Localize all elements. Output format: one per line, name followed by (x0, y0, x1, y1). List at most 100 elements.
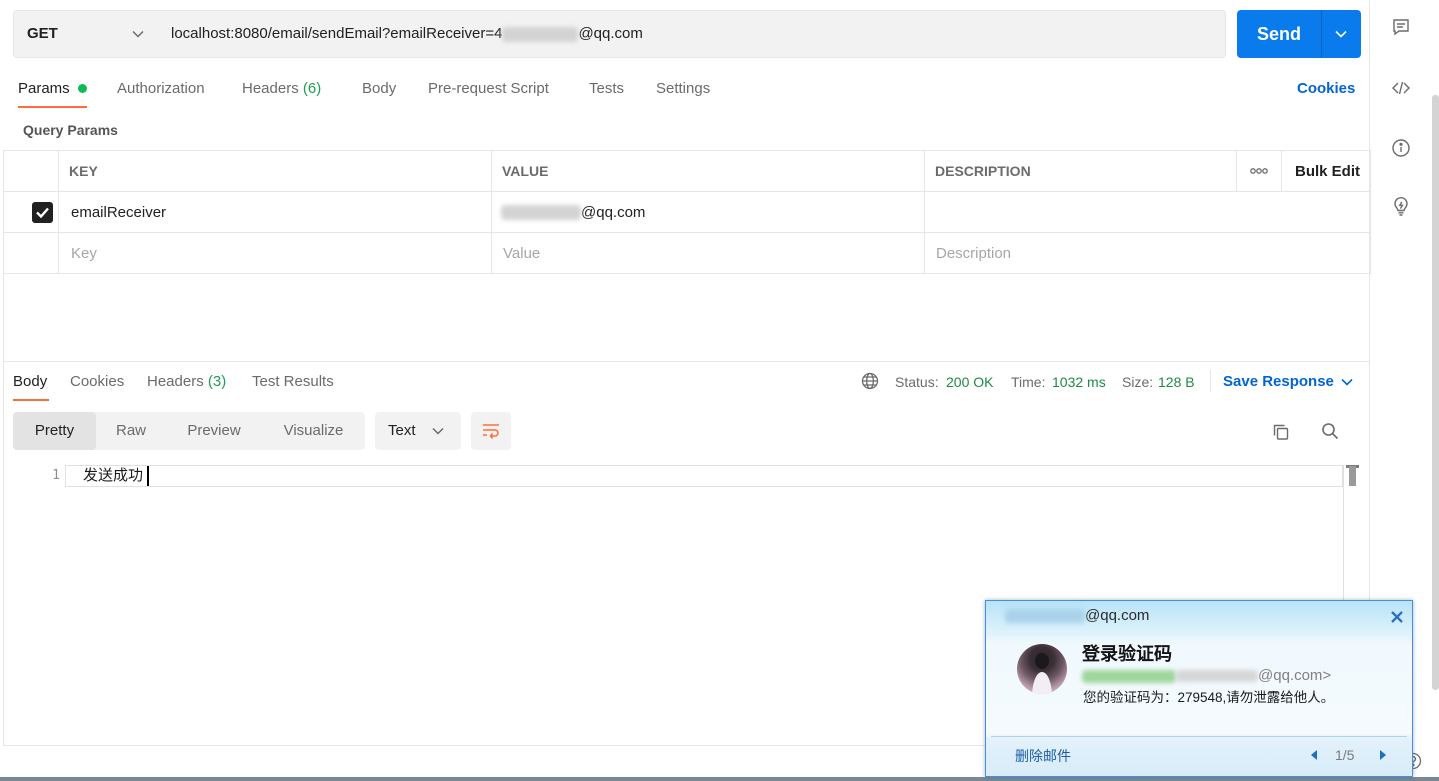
save-response-button[interactable]: Save Response (1223, 372, 1334, 392)
view-mode-pretty[interactable]: Pretty (13, 412, 96, 450)
status-separator (1210, 370, 1211, 392)
request-response-divider[interactable] (3, 361, 1369, 362)
left-edge-border (3, 273, 4, 746)
response-tab-headers[interactable]: Headers (3) (147, 372, 226, 392)
new-key-placeholder: Key (71, 244, 97, 262)
new-value-input[interactable]: Value (491, 232, 925, 274)
method-select[interactable]: GET (13, 10, 158, 58)
comment-icon[interactable] (1391, 17, 1411, 37)
size-value[interactable]: 128 B (1158, 372, 1195, 392)
time-label: Time: (1011, 374, 1046, 390)
line-number: 1 (52, 468, 60, 483)
redacted-sender-digits-blur (1176, 670, 1258, 683)
globe-icon[interactable] (861, 372, 879, 390)
chevron-down-icon (431, 424, 445, 438)
notification-sender: @qq.com> (1082, 666, 1331, 686)
tab-tests[interactable]: Tests (589, 79, 624, 99)
next-arrow-icon[interactable] (1378, 749, 1388, 761)
table-header-row: KEY VALUE DESCRIPTION Bulk Edit (3, 150, 1371, 192)
screen-bottom-edge (0, 777, 1439, 781)
redacted-sender-blur (1082, 669, 1176, 683)
url-text-prefix: localhost:8080/email/sendEmail?emailRece… (171, 25, 503, 42)
tab-body[interactable]: Body (362, 79, 396, 99)
new-key-input[interactable]: Key (58, 232, 492, 274)
prev-arrow-icon[interactable] (1309, 749, 1319, 761)
new-description-input[interactable]: Description (924, 232, 1371, 274)
size-label: Size: (1122, 374, 1154, 390)
tab-settings[interactable]: Settings (656, 79, 710, 99)
notification-sender-text: @qq.com> (1258, 667, 1332, 684)
mail-notification-popup[interactable]: @qq.com 登录验证码 @qq.com> 您的验证码为：279548,请勿泄… (985, 600, 1413, 777)
status-label: Status: (895, 374, 939, 390)
more-options-button[interactable] (1236, 150, 1282, 192)
code-icon[interactable] (1391, 78, 1411, 98)
response-headers-count: (3) (207, 373, 227, 390)
select-column-header (3, 150, 59, 192)
chevron-down-icon[interactable] (1334, 27, 1348, 41)
content-type-select[interactable]: Text (375, 412, 461, 450)
view-mode-raw[interactable]: Raw (96, 412, 166, 450)
search-icon[interactable] (1321, 422, 1339, 440)
send-label: Send (1256, 24, 1301, 44)
notification-subject: 登录验证码 (1082, 644, 1172, 664)
active-line-highlight (65, 465, 1343, 487)
response-body-text[interactable]: 发送成功 (83, 466, 143, 486)
param-value: @qq.com (581, 203, 646, 221)
content-type-label: Text (388, 422, 416, 439)
row-checkbox-cell (3, 191, 59, 233)
empty-checkbox-cell (3, 232, 59, 274)
description-column-header: DESCRIPTION (924, 150, 1237, 192)
time-value[interactable]: 1032 ms (1052, 372, 1106, 392)
params-indicator-dot (78, 84, 87, 93)
send-button[interactable]: Send (1237, 10, 1361, 58)
close-icon[interactable] (1390, 610, 1404, 624)
param-description-cell[interactable] (924, 191, 1371, 233)
notification-preview: 您的验证码为：279548,请勿泄露给他人。 (1083, 690, 1335, 705)
avatar (1017, 644, 1067, 694)
response-headers-label: Headers (147, 373, 204, 390)
active-tab-underline (18, 106, 87, 108)
view-mode-visualize[interactable]: Visualize (262, 412, 365, 450)
tab-authorization[interactable]: Authorization (117, 79, 205, 99)
send-divider (1321, 10, 1322, 58)
info-icon[interactable] (1391, 138, 1411, 158)
response-tab-cookies[interactable]: Cookies (70, 372, 124, 392)
notification-account: @qq.com (1005, 606, 1149, 626)
tab-headers-label: Headers (242, 80, 299, 97)
copy-icon[interactable] (1272, 423, 1290, 441)
url-input[interactable]: localhost:8080/email/sendEmail?emailRece… (157, 10, 1226, 58)
view-mode-preview[interactable]: Preview (166, 412, 262, 450)
delete-mail-link[interactable]: 删除邮件 (1015, 747, 1071, 765)
text-cursor (147, 466, 149, 486)
wrap-lines-button[interactable] (471, 412, 511, 450)
response-active-underline (13, 399, 49, 401)
redacted-email-blur (502, 26, 579, 42)
value-column-header: VALUE (491, 150, 925, 192)
cookies-link[interactable]: Cookies (1297, 79, 1355, 99)
query-params-table: KEY VALUE DESCRIPTION Bulk Edit emailRec… (3, 150, 1371, 274)
param-key-cell[interactable]: emailReceiver (58, 191, 492, 233)
status-value[interactable]: 200 OK (946, 372, 993, 392)
row-checkbox[interactable] (32, 201, 53, 223)
notification-account-text: @qq.com (1085, 607, 1150, 624)
lightbulb-icon[interactable] (1391, 197, 1411, 217)
key-column-header: KEY (58, 150, 492, 192)
method-label: GET (27, 25, 58, 42)
chevron-down-icon (131, 27, 145, 41)
tab-params[interactable]: Params (18, 79, 70, 99)
sidebar-scrollbar[interactable] (1432, 95, 1439, 690)
new-description-placeholder: Description (936, 244, 1012, 262)
table-row: emailReceiver @qq.com (3, 191, 1371, 233)
editor-scrollbar-thumb[interactable] (1349, 466, 1356, 486)
tab-headers[interactable]: Headers (6) (242, 79, 321, 99)
response-tab-test-results[interactable]: Test Results (252, 372, 334, 392)
response-tab-body[interactable]: Body (13, 372, 47, 392)
param-value-cell[interactable]: @qq.com (491, 191, 925, 233)
wrap-lines-icon (481, 421, 501, 441)
query-params-title: Query Params (23, 122, 118, 138)
tab-headers-count: (6) (302, 80, 322, 97)
tab-pre-request-script[interactable]: Pre-request Script (428, 79, 549, 99)
redacted-account-blur (1005, 609, 1085, 624)
bulk-edit-button[interactable]: Bulk Edit (1281, 150, 1371, 192)
chevron-down-icon[interactable] (1340, 375, 1354, 389)
